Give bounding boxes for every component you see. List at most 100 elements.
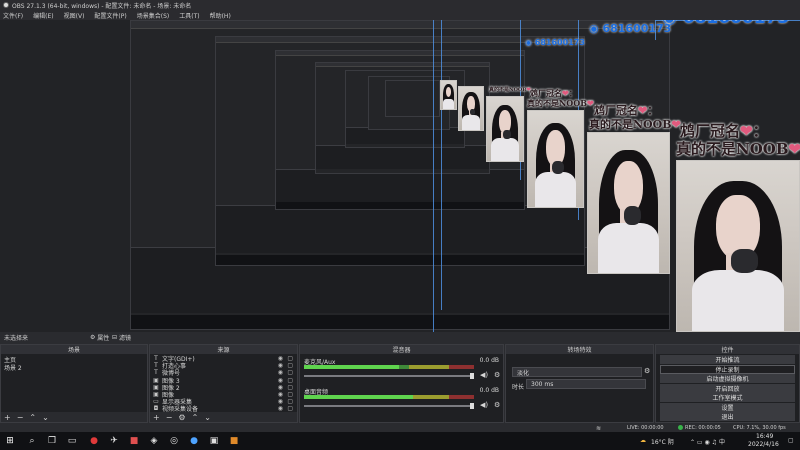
caption-line-2: 真的不是NOOB❤ [527,98,594,108]
app-icon[interactable]: ✈ [108,435,120,447]
start-streaming-button[interactable]: 开始推流 [660,355,795,364]
filters-button[interactable]: ⊟ 滤镜 [112,332,131,343]
move-up-button[interactable]: ⌃ [192,413,199,422]
text-icon: T [154,369,158,377]
windows-taskbar: ⊞ ⌕ ❐ ▭ ● ✈ ■ ◈ ◎ ● ▣ ■ ☁ 16°C 阴 ⌃ ▭ ◉ ♫… [0,432,800,450]
webcam-feed [458,86,484,131]
image-icon: ▣ [153,383,159,391]
tray-icons[interactable]: ⌃ ▭ ◉ ♫ 中 [690,437,725,446]
lock-icon[interactable]: ▢ [287,355,293,362]
duration-input[interactable]: 300 ms [526,379,646,389]
mixer-channel: 麦克风/Aux 0.0 dB ◀) ⚙ [304,357,500,385]
gear-icon[interactable]: ⚙ [494,371,500,379]
remove-source-button[interactable]: − [166,413,173,422]
volume-slider[interactable] [304,403,474,409]
visibility-eye-icon[interactable]: ◉ [278,398,283,405]
edge-icon[interactable]: ● [188,435,200,447]
lock-icon[interactable]: ▢ [287,398,293,405]
start-virtual-camera-button[interactable]: 启动虚拟摄像机 [660,374,795,383]
menu-tools[interactable]: 工具(T) [179,11,199,20]
scene-item[interactable]: 场景 2 [1,363,147,372]
visibility-eye-icon[interactable]: ◉ [278,377,283,384]
transition-add-icon[interactable]: ⚙ [644,367,650,375]
bird-icon: ◉ [589,22,599,35]
source-settings-button[interactable]: ⚙ [178,413,185,422]
text-icon: T [154,362,158,370]
lock-icon[interactable]: ▢ [287,362,293,369]
wifi-icon: ≋ [596,425,602,432]
app-icon[interactable]: ■ [228,435,240,447]
lock-icon[interactable]: ▢ [287,384,293,391]
channel-db: 0.0 dB [479,387,499,394]
meter-level [304,395,413,399]
studio-mode-button[interactable]: 工作室模式 [660,393,795,402]
scenes-panel: 场景 主页 场景 2 + − ⌃ ⌄ [0,344,148,423]
windows-start-icon[interactable]: ⊞ [4,435,16,447]
app-icon[interactable]: ■ [128,435,140,447]
menu-profile[interactable]: 配置文件(P) [94,11,126,20]
menu-help[interactable]: 帮助(H) [210,11,231,20]
caption-line-2: 真的不是NOOB❤ [589,118,681,131]
visibility-eye-icon[interactable]: ◉ [278,369,283,376]
remove-scene-button[interactable]: − [17,413,24,422]
notification-icon[interactable]: ▢ [788,437,794,444]
netease-music-icon[interactable]: ● [88,435,100,447]
nested-obs-window [385,80,440,117]
clock-time: 16:49 [756,433,774,440]
webcam-feed [486,96,524,162]
move-up-button[interactable]: ⌃ [29,413,36,422]
channel-id-text: ◉ 681600173 [525,38,585,47]
move-down-button[interactable]: ⌄ [42,413,49,422]
app-icon[interactable]: ▣ [208,435,220,447]
add-source-button[interactable]: + [153,413,160,422]
status-bar: ≋ LIVE: 00:00:00 REC: 00:00:05 CPU: 7.1%… [0,423,800,432]
task-view-icon[interactable]: ❐ [46,435,58,447]
scenes-title: 场景 [1,345,147,354]
controls-title: 控件 [656,345,799,354]
weather-text: 16°C 阴 [651,439,674,446]
audio-mixer-title: 混音器 [300,345,503,354]
menu-bar: 文件(F) 编辑(E) 视图(V) 配置文件(P) 场景集合(S) 工具(T) … [0,10,800,20]
menu-file[interactable]: 文件(F) [3,11,23,20]
speaker-icon[interactable]: ◀) [480,371,488,379]
move-down-button[interactable]: ⌄ [204,413,211,422]
menu-edit[interactable]: 编辑(E) [33,11,53,20]
menu-view[interactable]: 视图(V) [64,11,85,20]
replay-buffer-button[interactable]: 开启回放 [660,383,795,393]
text-icon: T [154,355,158,363]
steam-icon[interactable]: ◈ [148,435,160,447]
camera-icon: ◘ [153,405,159,413]
gear-icon[interactable]: ⚙ [494,401,500,409]
visibility-eye-icon[interactable]: ◉ [278,362,283,369]
visibility-eye-icon[interactable]: ◉ [278,391,283,398]
speaker-icon[interactable]: ◀) [480,401,488,409]
webcam-feed [676,160,800,332]
transition-select[interactable]: 淡化 [512,367,642,377]
volume-slider[interactable] [304,373,474,379]
obs-icon[interactable]: ◎ [168,435,180,447]
channel-id-text: ◉ 681600173 [589,22,672,35]
volume-meter [304,365,474,369]
exit-button[interactable]: 退出 [660,412,795,421]
lock-icon[interactable]: ▢ [287,369,293,376]
add-scene-button[interactable]: + [4,413,11,422]
preview-canvas[interactable]: 鸩厂冠名❤： 真的不是NOOB❤ 鸩厂冠名❤： 真的不是NOOB❤ 鸩厂冠名❤：… [0,20,800,332]
visibility-eye-icon[interactable]: ◉ [278,384,283,391]
rec-status: REC: 00:00:05 [685,425,721,431]
meter-level [304,365,399,369]
folder-icon[interactable]: ▭ [66,435,78,447]
search-icon[interactable]: ⌕ [26,435,38,447]
visibility-eye-icon[interactable]: ◉ [278,355,283,362]
caption-line-2: 真的不是NOOB❤ [489,87,531,93]
stop-recording-button[interactable]: 停止录制 [660,364,795,374]
webcam-feed [440,80,457,110]
caption-line-2: 真的不是NOOB❤ [676,140,800,158]
menu-scene-collection[interactable]: 场景集合(S) [137,11,170,20]
lock-icon[interactable]: ▢ [287,391,293,398]
scene-item[interactable]: 主页 [1,355,147,364]
transitions-title: 转场特效 [506,345,653,354]
audio-mixer-panel: 混音器 麦克风/Aux 0.0 dB ◀) ⚙ 桌面音频 0.0 dB ◀) ⚙ [299,344,504,423]
properties-button[interactable]: ⚙ 属性 [90,332,109,343]
lock-icon[interactable]: ▢ [287,377,293,384]
settings-button[interactable]: 设置 [660,402,795,412]
